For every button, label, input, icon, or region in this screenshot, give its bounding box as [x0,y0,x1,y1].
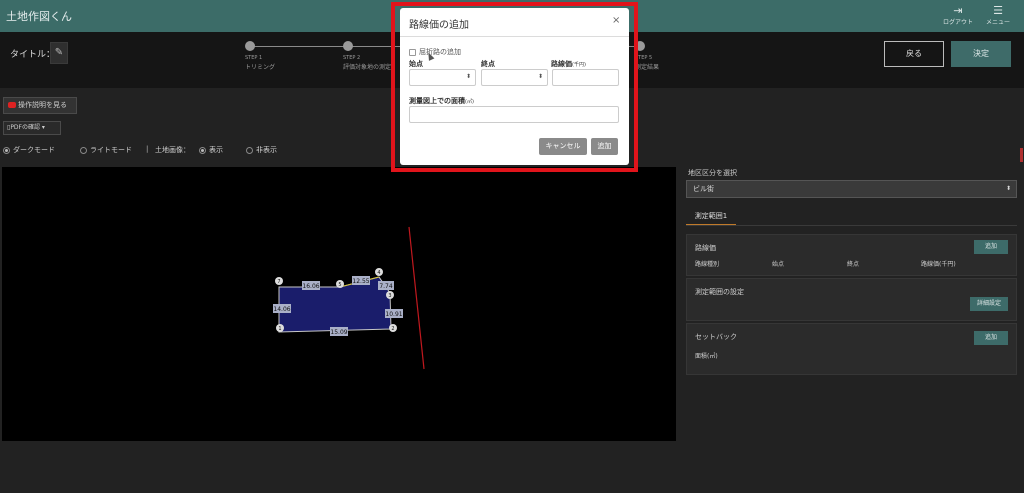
edge-label: 12.55 [352,278,369,285]
caret-down-icon: ▾ [40,124,45,131]
cancel-button[interactable]: キャンセル [539,138,587,155]
range-settings-title: 測定範囲の設定 [695,288,744,296]
add-road-price-dialog: 路線価の追加 × 屈折路の追加 始点 終点 路線価(千円) ⬍ ⬍ 測量図上での… [400,8,629,165]
tab-range-1[interactable]: 測定範囲1 [686,208,736,226]
step-number: STEP 5 [635,55,653,61]
setback-title: セットバック [695,333,737,341]
red-road-line [408,226,425,370]
edge-label: 10.91 [385,311,402,318]
survey-area-label: 測量図上での面積(㎡) [409,97,474,105]
area-select[interactable]: ビル街 ⬍ [686,180,1017,198]
menu-button[interactable]: ☰ メニュー [978,4,1018,26]
bent-road-checkbox[interactable]: 屈折路の追加 [409,47,461,57]
add-setback-button[interactable]: 追加 [974,331,1008,345]
dialog-title: 路線価の追加 [409,20,469,31]
app-title: 土地作図くん [6,10,72,23]
vertex-number: 7 [277,279,280,285]
title-label: タイトル： [10,50,56,60]
drawing-canvas[interactable]: 16.06 12.55 7.74 10.91 15.09 14.06 7 5 4… [2,167,676,441]
scrollbar-marker[interactable] [1020,148,1023,162]
checkbox-icon [409,48,416,56]
select-arrows-icon: ⬍ [537,73,543,80]
pdf-check-dropdown[interactable]: ▯PDFの確認 ▾ [3,121,61,135]
setback-area-label: 面積(㎡) [695,353,718,360]
price-label: 路線価(千円) [551,60,586,68]
vertex-number: 2 [391,326,394,332]
end-label: 終点 [481,60,495,68]
add-button[interactable]: 追加 [591,138,618,155]
edge-label: 16.06 [302,283,319,290]
survey-area-input[interactable] [409,106,619,123]
radio-icon [80,146,87,154]
land-image-label: 土地画像： [155,146,190,154]
step-dot [245,41,255,51]
step-dot [343,41,353,51]
radio-icon [246,146,253,154]
youtube-icon [8,102,16,108]
separator: | [146,145,149,153]
hide-image-radio[interactable]: 非表示 [246,145,277,155]
step-number: STEP 1 [245,55,263,61]
price-input[interactable] [552,69,619,86]
edge-label: 14.06 [273,306,290,313]
back-button[interactable]: 戻る [884,41,944,67]
start-select[interactable]: ⬍ [409,69,476,86]
confirm-button[interactable]: 決定 [951,41,1011,67]
radio-icon [199,146,206,154]
show-image-radio[interactable]: 表示 [199,145,223,155]
vertex-number: 4 [377,270,380,276]
setback-panel: セットバック 追加 面積(㎡) [686,323,1017,375]
logout-icon: ⇥ [953,4,963,17]
vertex-number: 1 [278,326,281,332]
land-drawing[interactable]: 16.06 12.55 7.74 10.91 15.09 14.06 7 5 4… [2,167,676,441]
edit-title-button[interactable]: ✎ [50,42,68,64]
select-arrows-icon: ⬍ [465,73,471,80]
edge-label: 7.74 [379,283,393,290]
hamburger-icon: ☰ [993,4,1003,17]
vertex-number: 5 [338,282,341,288]
radio-icon [3,146,10,154]
logout-button[interactable]: ⇥ ログアウト [938,4,978,26]
detail-settings-button[interactable]: 詳細設定 [970,297,1008,311]
start-label: 始点 [409,60,423,68]
light-mode-radio[interactable]: ライトモード [80,145,132,155]
edge-label: 15.09 [330,329,347,336]
dialog-divider [400,36,629,37]
watch-tutorial-button[interactable]: 操作説明を見る [3,97,77,114]
range-settings-panel: 測定範囲の設定 詳細設定 [686,278,1017,321]
road-price-columns: 路線種別 始点 終点 路線価(千円) [695,261,956,268]
area-label: 地区区分を選択 [688,169,737,177]
step-label: トリミング [245,64,276,71]
dark-mode-radio[interactable]: ダークモード [3,145,55,155]
close-icon[interactable]: × [612,15,620,26]
add-road-price-button[interactable]: 追加 [974,240,1008,254]
step-label: 測定結果 [635,64,660,71]
vertex-number: 3 [388,293,391,299]
road-price-panel: 路線価 追加 路線種別 始点 終点 路線価(千円) [686,234,1017,276]
step-5[interactable]: STEP 5 測定結果 [635,41,715,71]
road-price-title: 路線価 [695,244,716,252]
pencil-icon: ✎ [54,47,64,58]
end-select[interactable]: ⬍ [481,69,548,86]
select-arrows-icon: ⬍ [1005,185,1011,192]
land-polygon[interactable] [278,276,392,333]
step-1[interactable]: STEP 1 トリミング [245,41,325,71]
tab-divider [686,225,1017,226]
